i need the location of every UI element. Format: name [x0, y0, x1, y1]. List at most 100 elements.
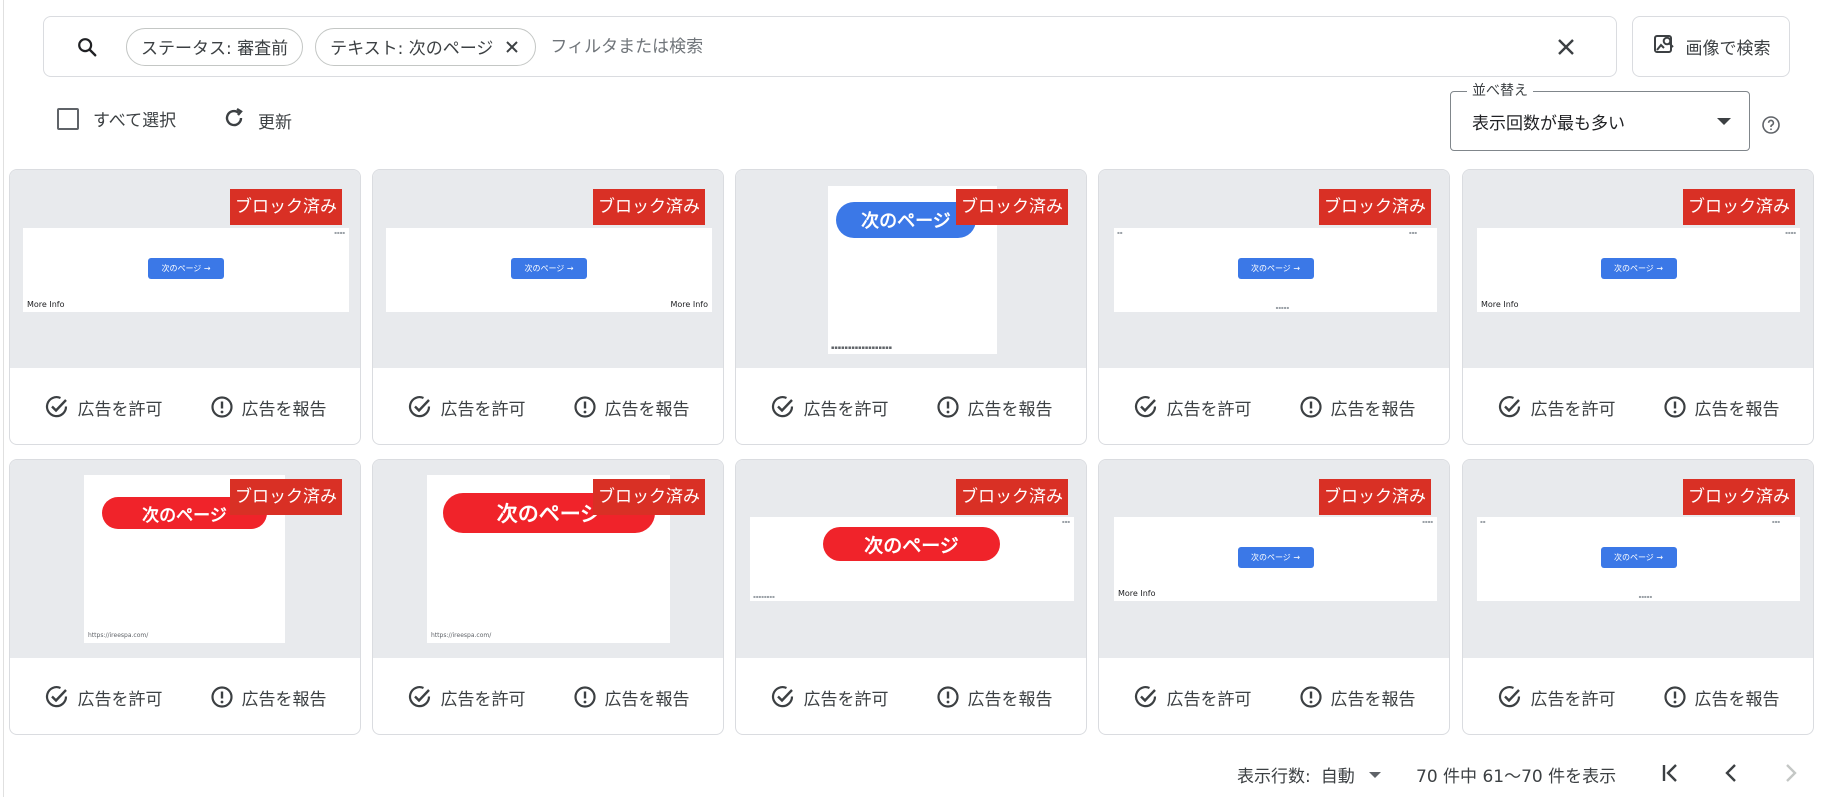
- select-all-label: すべて選択: [93, 111, 177, 131]
- check-circle-icon: [408, 396, 430, 418]
- ad-card[interactable]: 次のページ https://ireespa.com/ ブロック済み 広告を許可 …: [372, 459, 724, 735]
- allow-ad-button[interactable]: 広告を許可: [770, 684, 889, 710]
- ad-card[interactable]: ▪▪ ▪▪▪ 次のページ → ▪▪▪▪▪ ブロック済み 広告を許可 広告を報告: [1098, 169, 1450, 445]
- report-ad-button[interactable]: 広告を報告: [573, 685, 690, 710]
- ad-next-page-button: 次のページ →: [148, 258, 224, 279]
- alert-circle-icon: [573, 686, 596, 708]
- sort-value: 表示回数が最も多い: [1472, 114, 1625, 134]
- ad-card[interactable]: ▪▪▪▪ 次のページ → More Info ブロック済み 広告を許可 広告を報…: [1098, 459, 1450, 735]
- allow-ad-button[interactable]: 広告を許可: [1497, 684, 1616, 710]
- allow-ad-button[interactable]: 広告を許可: [44, 684, 163, 710]
- filter-search-bar[interactable]: ステータス: 審査前 テキスト: 次のページ: [43, 16, 1617, 77]
- ad-card[interactable]: ▪▪▪ 次のページ ▪▪▪▪▪▪▪▪ ブロック済み 広告を許可 広告を報告: [735, 459, 1087, 735]
- rows-per-page-value: 自動: [1320, 767, 1355, 787]
- ad-more-info: More Info: [670, 300, 708, 309]
- report-ad-button[interactable]: 広告を報告: [210, 395, 327, 420]
- ad-thumbnail[interactable]: 次のページ https://ireespa.com/ ブロック済み: [10, 460, 360, 658]
- ad-preview: ▪▪▪ 次のページ ▪▪▪▪▪▪▪▪: [750, 517, 1074, 601]
- clear-search-button[interactable]: [1546, 27, 1586, 67]
- check-circle-icon: [1498, 396, 1520, 418]
- allow-ad-button[interactable]: 広告を許可: [1133, 394, 1252, 420]
- select-all[interactable]: すべて選択: [57, 106, 176, 131]
- close-icon[interactable]: [503, 38, 521, 56]
- blocked-badge: ブロック済み: [1683, 189, 1795, 225]
- alert-circle-icon: [573, 396, 596, 418]
- allow-ad-button[interactable]: 広告を許可: [44, 394, 163, 420]
- blocked-badge: ブロック済み: [956, 479, 1068, 515]
- refresh-icon: [222, 106, 246, 135]
- refresh-button[interactable]: 更新: [222, 106, 292, 135]
- allow-ad-label: 広告を許可: [1166, 399, 1252, 420]
- report-ad-button[interactable]: 広告を報告: [1299, 685, 1416, 710]
- report-ad-label: 広告を報告: [1330, 689, 1416, 710]
- allow-ad-label: 広告を許可: [440, 689, 526, 710]
- allow-ad-label: 広告を許可: [77, 399, 163, 420]
- rows-per-page[interactable]: 表示行数: 自動: [1237, 762, 1381, 787]
- ad-thumbnail[interactable]: 次のページ ▪▪▪▪▪▪▪▪▪▪▪▪▪▪▪▪▪▪ ブロック済み: [736, 170, 1086, 368]
- ad-thumbnail[interactable]: ▪▪ ▪▪▪ 次のページ → ▪▪▪▪▪ ブロック済み: [1099, 170, 1449, 368]
- report-ad-button[interactable]: 広告を報告: [1663, 395, 1780, 420]
- blocked-badge: ブロック済み: [1683, 479, 1795, 515]
- allow-ad-button[interactable]: 広告を許可: [1133, 684, 1252, 710]
- ad-thumbnail[interactable]: ▪▪▪▪ 次のページ → More Info ブロック済み: [1099, 460, 1449, 658]
- allow-ad-button[interactable]: 広告を許可: [407, 684, 526, 710]
- filter-chip-text[interactable]: テキスト: 次のページ: [315, 27, 537, 66]
- ad-url: https://ireespa.com/: [88, 632, 149, 639]
- check-circle-icon: [45, 396, 67, 418]
- ad-preview: ▪▪▪▪ 次のページ → More Info: [1477, 228, 1800, 312]
- ad-card[interactable]: ▪▪▪▪ 次のページ → More Info ブロック済み 広告を許可 広告を報…: [9, 169, 361, 445]
- close-icon: [1558, 38, 1574, 55]
- filter-chip-label: テキスト: 次のページ: [330, 39, 494, 59]
- check-circle-icon: [1134, 396, 1156, 418]
- ad-card[interactable]: ▪▪▪▪ 次のページ → More Info ブロック済み 広告を許可 広告を報…: [1462, 169, 1814, 445]
- previous-page-button[interactable]: [1716, 758, 1746, 788]
- first-page-button[interactable]: [1655, 758, 1685, 788]
- ad-card[interactable]: 次のページ https://ireespa.com/ ブロック済み 広告を許可 …: [9, 459, 361, 735]
- report-ad-label: 広告を報告: [967, 399, 1053, 420]
- report-ad-label: 広告を報告: [1694, 399, 1780, 420]
- ad-card[interactable]: 次のページ → More Info ブロック済み 広告を許可 広告を報告: [372, 169, 724, 445]
- search-input[interactable]: [550, 36, 1546, 57]
- allow-ad-button[interactable]: 広告を許可: [407, 394, 526, 420]
- image-search-button[interactable]: 画像で検索: [1632, 16, 1790, 77]
- report-ad-button[interactable]: 広告を報告: [1299, 395, 1416, 420]
- ad-thumbnail[interactable]: ▪▪▪ 次のページ ▪▪▪▪▪▪▪▪ ブロック済み: [736, 460, 1086, 658]
- chevron-left-icon: [1725, 764, 1736, 782]
- ad-card[interactable]: ▪▪ ▪▪▪ 次のページ → ▪▪▪▪▪ ブロック済み 広告を許可 広告を報告: [1462, 459, 1814, 735]
- ad-next-page-button: 次のページ →: [1600, 258, 1677, 279]
- allow-ad-button[interactable]: 広告を許可: [1497, 394, 1616, 420]
- alert-circle-icon: [936, 396, 959, 418]
- pagination-range: 70 件中 61～70 件を表示: [1416, 767, 1617, 787]
- sort-select[interactable]: 並べ替え 表示回数が最も多い: [1450, 80, 1750, 151]
- report-ad-button[interactable]: 広告を報告: [210, 685, 327, 710]
- ad-thumbnail[interactable]: ▪▪▪▪ 次のページ → More Info ブロック済み: [10, 170, 360, 368]
- help-icon[interactable]: [1761, 115, 1781, 135]
- allow-ad-button[interactable]: 広告を許可: [770, 394, 889, 420]
- chevron-down-icon: [1717, 118, 1731, 125]
- ad-thumbnail[interactable]: ▪▪ ▪▪▪ 次のページ → ▪▪▪▪▪ ブロック済み: [1463, 460, 1813, 658]
- report-ad-button[interactable]: 広告を報告: [1663, 685, 1780, 710]
- next-page-button[interactable]: [1776, 758, 1806, 788]
- filter-chip-status[interactable]: ステータス: 審査前: [126, 27, 304, 66]
- filter-chip-label: ステータス: 審査前: [141, 39, 289, 59]
- ad-thumbnail[interactable]: 次のページ → More Info ブロック済み: [373, 170, 723, 368]
- check-circle-icon: [771, 396, 793, 418]
- report-ad-button[interactable]: 広告を報告: [936, 395, 1053, 420]
- select-all-checkbox[interactable]: [57, 107, 79, 130]
- blocked-badge: ブロック済み: [230, 189, 342, 225]
- report-ad-button[interactable]: 広告を報告: [936, 685, 1053, 710]
- report-ad-label: 広告を報告: [241, 689, 327, 710]
- ad-card[interactable]: 次のページ ▪▪▪▪▪▪▪▪▪▪▪▪▪▪▪▪▪▪ ブロック済み 広告を許可 広告…: [735, 169, 1087, 445]
- alert-circle-icon: [210, 686, 233, 708]
- ad-thumbnail[interactable]: 次のページ https://ireespa.com/ ブロック済み: [373, 460, 723, 658]
- chevron-right-icon: [1786, 764, 1797, 782]
- check-circle-icon: [1498, 686, 1520, 708]
- ad-thumbnail[interactable]: ▪▪▪▪ 次のページ → More Info ブロック済み: [1463, 170, 1813, 368]
- blocked-badge: ブロック済み: [593, 479, 705, 515]
- allow-ad-label: 広告を許可: [1166, 689, 1252, 710]
- report-ad-button[interactable]: 広告を報告: [573, 395, 690, 420]
- ad-preview: 次のページ → More Info: [386, 228, 712, 312]
- alert-circle-icon: [210, 396, 233, 418]
- report-ad-label: 広告を報告: [604, 689, 690, 710]
- refresh-label: 更新: [258, 113, 292, 133]
